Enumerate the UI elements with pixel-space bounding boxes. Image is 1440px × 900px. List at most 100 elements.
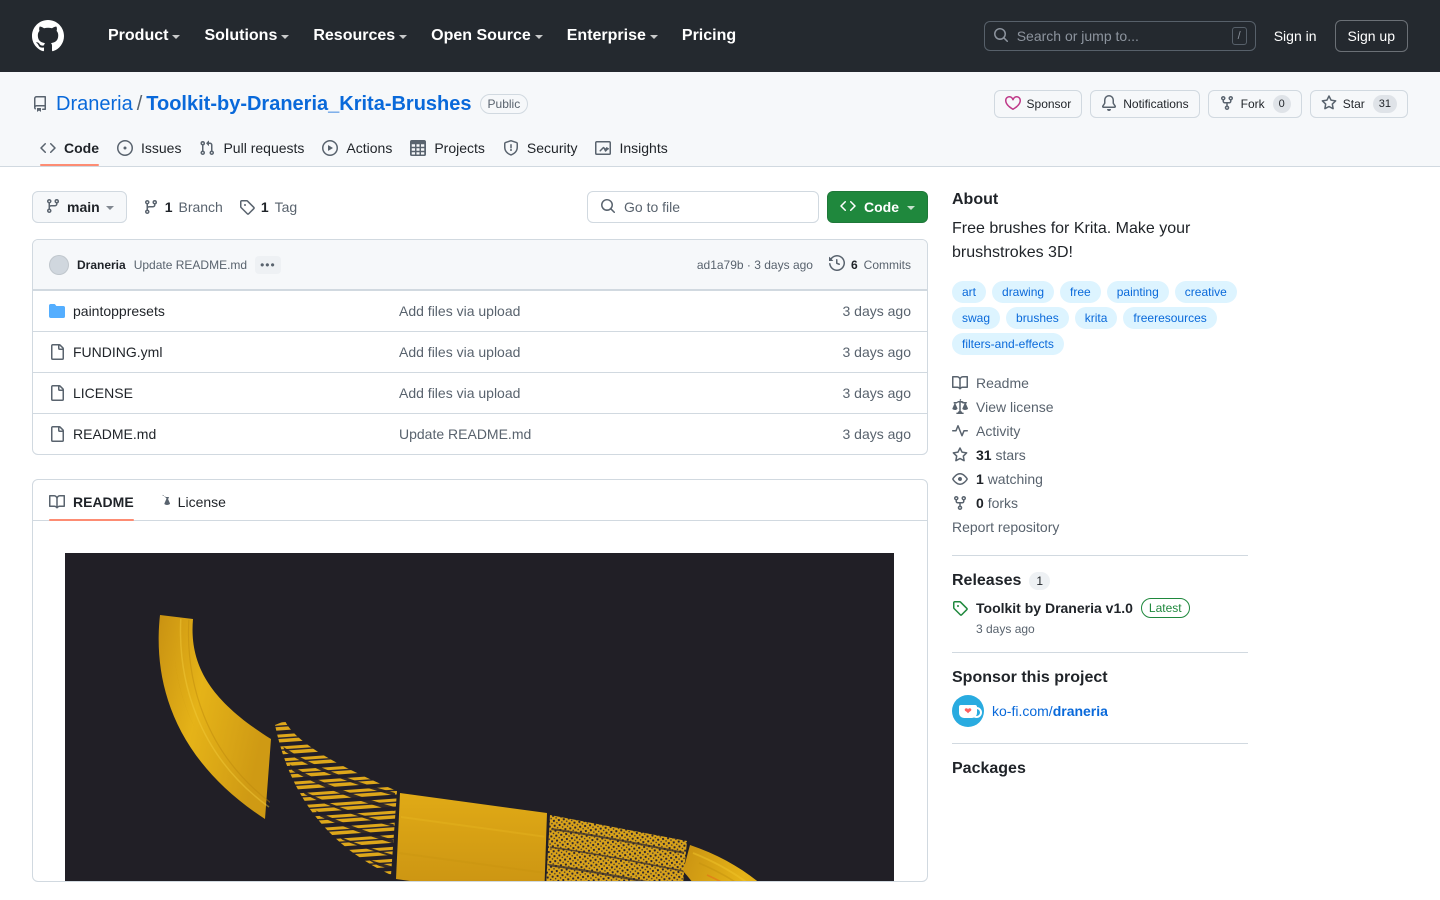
topic-tag[interactable]: swag [952, 307, 1001, 329]
avatar[interactable] [49, 254, 69, 275]
topic-tag[interactable]: creative [1174, 281, 1237, 303]
readme-panel: README License [32, 479, 928, 882]
topic-tag[interactable]: painting [1106, 281, 1169, 303]
chevron-down-icon [907, 206, 915, 210]
fork-button[interactable]: Fork 0 [1207, 90, 1302, 118]
global-nav-item-solutions[interactable]: Solutions [192, 21, 301, 51]
sign-in-button[interactable]: Sign in [1272, 24, 1319, 48]
topic-tag[interactable]: art [952, 281, 987, 303]
book-icon [952, 375, 968, 391]
commits-count-link[interactable]: 6 Commits [828, 254, 911, 274]
global-nav-item-resources[interactable]: Resources [301, 21, 419, 51]
notifications-button[interactable]: Notifications [1090, 90, 1200, 118]
file-commit-age: 3 days ago [842, 344, 912, 360]
search-icon [993, 27, 1009, 46]
sidebar-link-watching[interactable]: 1 watching [952, 467, 1248, 491]
global-nav-label: Open Source [431, 27, 531, 44]
report-repository-link[interactable]: Report repository [952, 515, 1248, 539]
commit-sha[interactable]: ad1a79b [697, 258, 744, 272]
sidebar-link-activity[interactable]: Activity [952, 419, 1248, 443]
file-name-link[interactable]: README.md [73, 426, 156, 442]
topic-tag[interactable]: freeresources [1123, 307, 1217, 329]
sidebar-link-forks[interactable]: 0 forks [952, 491, 1248, 515]
go-to-file-input[interactable]: Go to file [587, 191, 819, 223]
github-mark-icon[interactable] [32, 20, 64, 52]
repo-title-row: Draneria / Toolkit-by-Draneria_Krita-Bru… [32, 88, 1408, 120]
tab-readme[interactable]: README [41, 488, 142, 521]
file-commit-message[interactable]: Add files via upload [399, 344, 843, 360]
table-row[interactable]: LICENSE Add files via upload 3 days ago [33, 372, 927, 413]
repo-name-link[interactable]: Toolkit-by-Draneria_Krita-Brushes [146, 93, 471, 116]
repo-visibility-badge: Public [479, 94, 529, 114]
commit-message[interactable]: Update README.md [134, 258, 247, 272]
chevron-down-icon [105, 206, 114, 210]
ref-stats: 1 Branch 1 Tag [143, 199, 297, 215]
global-nav-item-product[interactable]: Product [96, 21, 192, 51]
main-column: main 1 Branch 1 Tag Go to file Code Dran… [32, 191, 928, 882]
folder-icon [49, 303, 65, 319]
tab-issues-label: Issues [141, 140, 182, 156]
file-commit-message[interactable]: Add files via upload [399, 385, 843, 401]
sidebar-link-stars[interactable]: 31 stars [952, 443, 1248, 467]
branch-icon [143, 199, 159, 215]
global-nav-item-enterprise[interactable]: Enterprise [555, 21, 670, 51]
file-name-link[interactable]: FUNDING.yml [73, 344, 162, 360]
topic-tag[interactable]: free [1060, 281, 1101, 303]
topic-tag[interactable]: filters-and-effects [952, 333, 1064, 355]
sign-up-button[interactable]: Sign up [1334, 20, 1408, 52]
commit-expand-button[interactable]: ••• [255, 255, 281, 274]
chevron-down-icon [172, 35, 181, 39]
sidebar-link-readme[interactable]: Readme [952, 371, 1248, 395]
divider [952, 555, 1248, 556]
repo-owner-link[interactable]: Draneria [56, 93, 133, 116]
branch-count-value: 1 [164, 199, 173, 215]
tag-count-link[interactable]: 1 Tag [239, 199, 297, 215]
table-row[interactable]: FUNDING.yml Add files via upload 3 days … [33, 331, 927, 372]
file-commit-message[interactable]: Update README.md [399, 426, 843, 442]
branch-count-link[interactable]: 1 Branch [143, 199, 223, 215]
tab-security[interactable]: Security [495, 134, 586, 166]
star-button-label: Star [1342, 97, 1365, 111]
file-name-link[interactable]: LICENSE [73, 385, 133, 401]
table-row[interactable]: paintoppresets Add files via upload 3 da… [33, 290, 927, 331]
sponsor-button-label: Sponsor [1026, 97, 1072, 111]
global-nav-label: Pricing [681, 27, 737, 44]
tab-projects[interactable]: Projects [402, 134, 493, 166]
file-table: Draneria Update README.md ••• ad1a79b · … [32, 239, 928, 455]
sidebar-forks-label: forks [987, 495, 1019, 511]
tab-code-label: Code [64, 140, 99, 156]
fork-icon [1219, 95, 1235, 114]
branch-count-label: Branch [178, 199, 223, 215]
global-nav-item-pricing[interactable]: Pricing [670, 21, 748, 51]
global-search-input[interactable]: Search or jump to... / [983, 21, 1256, 51]
tab-code[interactable]: Code [32, 134, 107, 166]
global-nav-item-open-source[interactable]: Open Source [419, 21, 555, 51]
file-commit-message[interactable]: Add files via upload [399, 303, 843, 319]
star-button[interactable]: Star 31 [1309, 90, 1408, 118]
sponsor-link-row[interactable]: ❤ ko-fi.com/draneria [952, 695, 1248, 727]
tab-issues[interactable]: Issues [109, 134, 189, 166]
releases-count-badge: 1 [1029, 572, 1051, 590]
sponsor-button[interactable]: Sponsor [993, 90, 1083, 118]
releases-heading-label: Releases [952, 572, 1022, 589]
commit-author[interactable]: Draneria [77, 258, 126, 272]
readme-brushstroke-image [65, 553, 894, 881]
topic-tag[interactable]: krita [1074, 307, 1118, 329]
tab-insights[interactable]: Insights [587, 134, 675, 166]
sponsor-url[interactable]: ko-fi.com/draneria [992, 703, 1108, 719]
tab-readme-label: README [73, 494, 134, 510]
tab-actions[interactable]: Actions [314, 134, 400, 166]
file-name-link[interactable]: paintoppresets [73, 303, 165, 319]
code-download-button-label: Code [864, 199, 899, 215]
table-row[interactable]: README.md Update README.md 3 days ago [33, 413, 927, 454]
release-item[interactable]: Toolkit by Draneria v1.0 Latest 3 days a… [952, 598, 1248, 636]
sidebar-link-view-license[interactable]: View license [952, 395, 1248, 419]
branch-selector-button[interactable]: main [32, 191, 127, 223]
release-name[interactable]: Toolkit by Draneria v1.0 [976, 600, 1133, 616]
topic-tag[interactable]: brushes [1006, 307, 1069, 329]
release-latest-badge: Latest [1140, 598, 1190, 618]
code-download-button[interactable]: Code [827, 191, 928, 223]
tab-license[interactable]: License [146, 488, 234, 520]
tab-pull-requests[interactable]: Pull requests [191, 134, 312, 166]
topic-tag[interactable]: drawing [992, 281, 1055, 303]
